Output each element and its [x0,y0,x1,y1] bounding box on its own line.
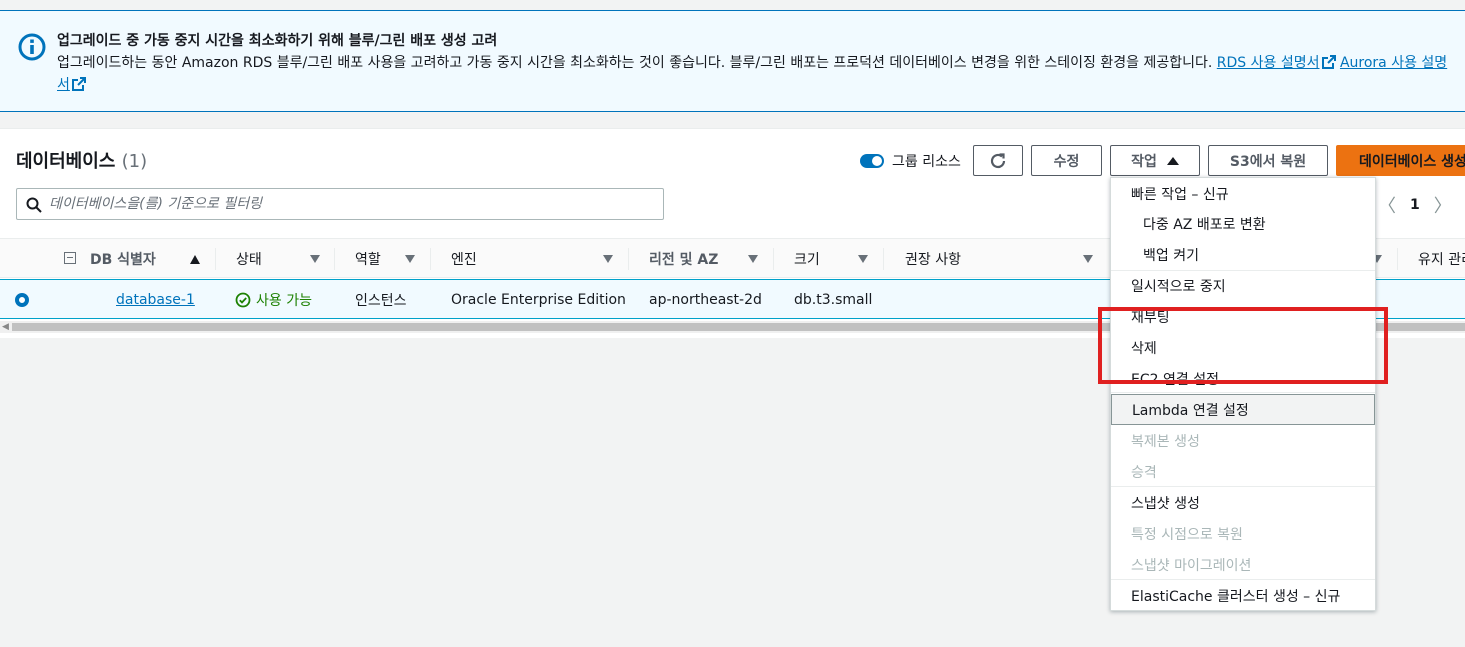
column-header-status[interactable]: 상태 [236,239,262,279]
role-cell: 인스턴스 [355,293,407,309]
region-cell: ap-northeast-2d [649,292,762,308]
column-header-size[interactable]: 크기 [794,239,820,279]
menu-item-setup-lambda-connection[interactable]: Lambda 연결 설정 [1111,394,1375,425]
banner-title: 업그레이드 중 가동 중지 시간을 최소화하기 위해 블루/그린 배포 생성 고… [57,33,498,49]
caret-up-icon [1166,156,1179,165]
status-cell: 사용 가능 [235,280,312,320]
scroll-left-icon[interactable]: ◀ [2,322,9,332]
menu-group-quick-actions: 빠른 작업 – 신규 [1131,186,1229,203]
external-link-icon [1321,55,1336,69]
filter-box[interactable] [16,188,664,220]
menu-item-enable-backup[interactable]: 백업 켜기 [1111,239,1375,270]
sort-icon[interactable] [858,255,868,263]
restore-from-s3-button[interactable]: S3에서 복원 [1208,145,1328,176]
chevron-left-icon[interactable]: 〈 [1378,192,1396,218]
menu-item-convert-multi-az[interactable]: 다중 AZ 배포로 변환 [1111,208,1375,239]
sort-icon[interactable] [748,255,758,263]
db-count: (1) [121,151,148,172]
banner-body: 업그레이드하는 동안 Amazon RDS 블루/그린 배포 사용을 고려하고 … [57,52,1452,96]
banner-text: 업그레이드하는 동안 Amazon RDS 블루/그린 배포 사용을 고려하고 … [57,55,1213,71]
rds-guide-link[interactable]: RDS 사용 설명서 [1217,55,1336,71]
menu-item-stop-temporarily[interactable]: 일시적으로 중지 [1111,270,1375,301]
size-cell: db.t3.small [794,292,873,308]
create-database-button[interactable]: 데이터베이스 생성 [1336,145,1465,176]
panel-title: 데이터베이스 (1) [16,151,148,172]
column-header-identifier[interactable]: DB 식별자 [90,239,156,279]
actions-menu: 빠른 작업 – 신규 다중 AZ 배포로 변환 백업 켜기 일시적으로 중지 재… [1110,177,1376,611]
engine-cell: Oracle Enterprise Edition [451,292,626,308]
menu-item-create-snapshot[interactable]: 스냅샷 생성 [1111,487,1375,518]
toggle-switch[interactable] [860,154,884,168]
sort-icon[interactable] [1083,255,1093,263]
pagination: 〈 1 〉 [1378,192,1452,218]
edit-button[interactable]: 수정 [1031,145,1102,176]
refresh-icon [990,152,1006,168]
collapse-all-icon[interactable] [64,252,76,264]
success-icon [235,292,251,308]
highlight-annotation [1098,307,1388,384]
info-icon [18,33,46,61]
group-resources-label: 그룹 리소스 [892,154,961,170]
filter-input[interactable] [49,189,649,219]
search-icon [26,197,42,213]
column-header-maintenance[interactable]: 유지 관리 [1418,239,1465,279]
chevron-right-icon[interactable]: 〉 [1434,192,1452,218]
menu-item-restore-point-in-time: 특정 시점으로 복원 [1131,526,1243,543]
row-radio[interactable] [15,293,29,307]
sort-icon[interactable] [603,255,613,263]
refresh-button[interactable] [973,145,1023,176]
sort-icon[interactable] [405,255,415,263]
column-header-region[interactable]: 리전 및 AZ [649,239,718,279]
sort-ascending-icon[interactable] [190,255,200,264]
sort-icon[interactable] [310,255,320,263]
page-number[interactable]: 1 [1410,197,1420,213]
actions-button[interactable]: 작업 [1110,145,1200,176]
group-resources-toggle[interactable]: 그룹 리소스 [860,151,961,171]
menu-item-promote: 승격 [1131,464,1157,481]
column-header-recommendations[interactable]: 권장 사항 [905,239,961,279]
column-header-role[interactable]: 역할 [355,239,381,279]
info-banner: 업그레이드 중 가동 중지 시간을 최소화하기 위해 블루/그린 배포 생성 고… [0,10,1465,112]
menu-item-create-elasticache-cluster[interactable]: ElastiCache 클러스터 생성 – 신규 [1111,580,1375,611]
menu-item-create-replica: 복제본 생성 [1131,433,1200,450]
db-identifier-link[interactable]: database-1 [116,292,195,308]
external-link-icon [71,77,86,91]
column-header-engine[interactable]: 엔진 [451,239,477,279]
menu-item-migrate-snapshot: 스냅샷 마이그레이션 [1131,557,1252,574]
